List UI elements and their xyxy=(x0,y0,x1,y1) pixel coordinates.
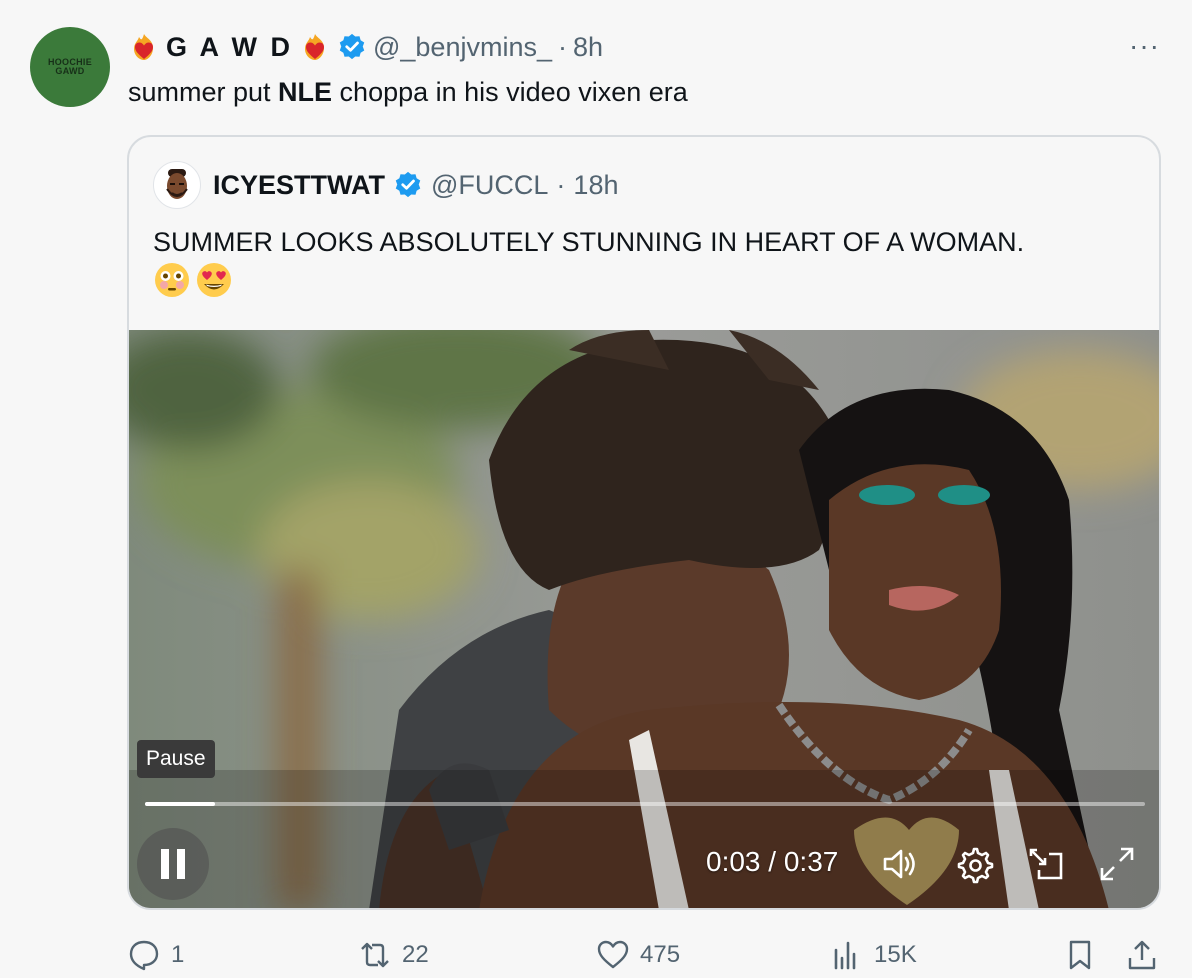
pause-button[interactable] xyxy=(137,828,209,900)
views-button[interactable]: 15K xyxy=(830,935,917,975)
video-frame xyxy=(129,330,1159,908)
quoted-emojis xyxy=(153,261,233,301)
verified-badge-icon[interactable] xyxy=(337,32,367,62)
fire-heart-icon xyxy=(134,34,153,60)
reply-icon xyxy=(129,940,159,971)
bookmark-button[interactable] xyxy=(1063,935,1097,975)
verified-badge-icon[interactable] xyxy=(393,170,423,200)
tweet-text-after: choppa in his video vixen era xyxy=(332,77,688,107)
reply-count: 1 xyxy=(171,941,185,968)
heart-icon xyxy=(597,940,629,969)
video-current-time: 0:03 xyxy=(706,846,761,877)
flushed-face-icon xyxy=(155,263,189,297)
quoted-display-name[interactable]: ICYESTTWAT xyxy=(213,170,385,201)
picture-in-picture-icon[interactable] xyxy=(1027,844,1067,884)
author-handle[interactable]: @_benjvmins_ xyxy=(373,32,552,63)
quoted-tweet-text: SUMMER LOOKS ABSOLUTELY STUNNING IN HEAR… xyxy=(153,227,1025,257)
pause-icon xyxy=(161,849,185,879)
tweet-header: G A W D @_benjvmins_ · 8h xyxy=(128,30,603,64)
cartoon-face-icon xyxy=(166,169,188,199)
quoted-author-avatar[interactable] xyxy=(153,161,201,209)
volume-icon[interactable] xyxy=(879,844,919,884)
share-icon xyxy=(1128,940,1156,970)
video-progress-bar[interactable] xyxy=(145,802,1145,806)
avatar-text-line2: GAWD xyxy=(55,66,85,76)
tweet-timestamp[interactable]: 8h xyxy=(573,32,603,63)
tweet-text: summer put NLE choppa in his video vixen… xyxy=(128,75,688,109)
video-time-separator: / xyxy=(768,846,777,877)
quoted-tweet-header: ICYESTTWAT @FUCCL · 18h xyxy=(153,161,618,209)
repost-button[interactable]: 22 xyxy=(358,935,429,975)
heart-eyes-face-icon xyxy=(197,263,231,297)
share-button[interactable] xyxy=(1125,935,1159,975)
tweet-text-before: summer put xyxy=(128,77,279,107)
more-options-icon[interactable]: ··· xyxy=(1129,32,1160,60)
repost-count: 22 xyxy=(402,941,429,968)
reply-button[interactable]: 1 xyxy=(127,935,184,975)
tweet-text-bold: NLE xyxy=(278,77,333,107)
video-progress-fill xyxy=(145,802,215,806)
repost-icon xyxy=(361,942,389,968)
fire-heart-icon xyxy=(304,34,324,60)
author-display-name[interactable]: G A W D xyxy=(166,32,293,63)
video-duration: 0:37 xyxy=(783,846,839,877)
pause-tooltip: Pause xyxy=(137,740,215,778)
tweet[interactable]: HOOCHIE GAWD G A W D @_benjvmins_ · 8h ·… xyxy=(0,0,1192,978)
tweet-actions: 1 22 475 15K xyxy=(0,935,1192,975)
separator-dot: · xyxy=(556,169,566,200)
views-count: 15K xyxy=(874,941,917,968)
settings-gear-icon[interactable] xyxy=(954,844,994,884)
like-count: 475 xyxy=(640,941,681,968)
views-chart-icon xyxy=(834,941,856,970)
bookmark-icon xyxy=(1069,940,1091,970)
fullscreen-icon[interactable] xyxy=(1097,844,1137,884)
video-time: 0:03 / 0:37 xyxy=(706,846,838,878)
author-avatar[interactable]: HOOCHIE GAWD xyxy=(30,27,110,107)
quoted-timestamp[interactable]: 18h xyxy=(573,170,618,201)
like-button[interactable]: 475 xyxy=(596,935,680,975)
video-player[interactable]: Pause 0:03 / 0:37 xyxy=(129,330,1159,908)
separator-dot: · xyxy=(557,31,567,62)
quoted-tweet[interactable]: ICYESTTWAT @FUCCL · 18h SUMMER LOOKS ABS… xyxy=(127,135,1161,910)
quoted-handle[interactable]: @FUCCL xyxy=(431,170,548,201)
